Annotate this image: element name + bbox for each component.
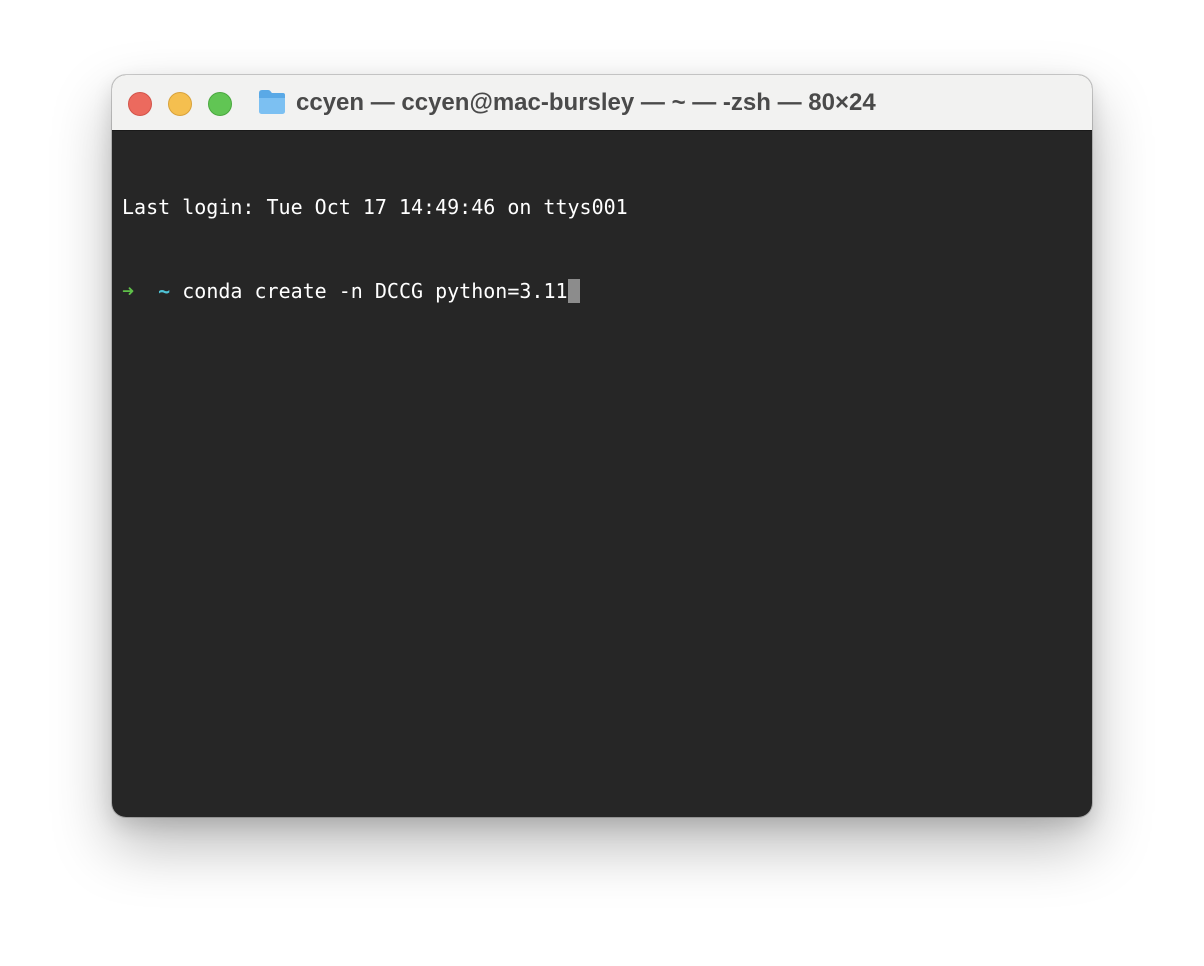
window-title: ccyen — ccyen@mac-bursley — ~ — -zsh — 8… [296,89,876,116]
title-bar[interactable]: ccyen — ccyen@mac-bursley — ~ — -zsh — 8… [112,75,1092,131]
close-button[interactable] [128,92,152,116]
last-login-line: Last login: Tue Oct 17 14:49:46 on ttys0… [122,195,628,219]
prompt-arrow-icon: ➜ [122,279,135,303]
terminal-content[interactable]: Last login: Tue Oct 17 14:49:46 on ttys0… [122,137,1082,361]
prompt-directory: ~ [158,279,171,303]
command-text: conda create -n DCCG python=3.11 [182,279,568,303]
command-line[interactable]: ➜ ~ conda create -n DCCG python=3.11 [122,277,1082,305]
terminal-window: ccyen — ccyen@mac-bursley — ~ — -zsh — 8… [112,75,1092,817]
zoom-button[interactable] [208,92,232,116]
minimize-button[interactable] [168,92,192,116]
folder-icon [259,90,285,114]
text-cursor [567,279,580,303]
